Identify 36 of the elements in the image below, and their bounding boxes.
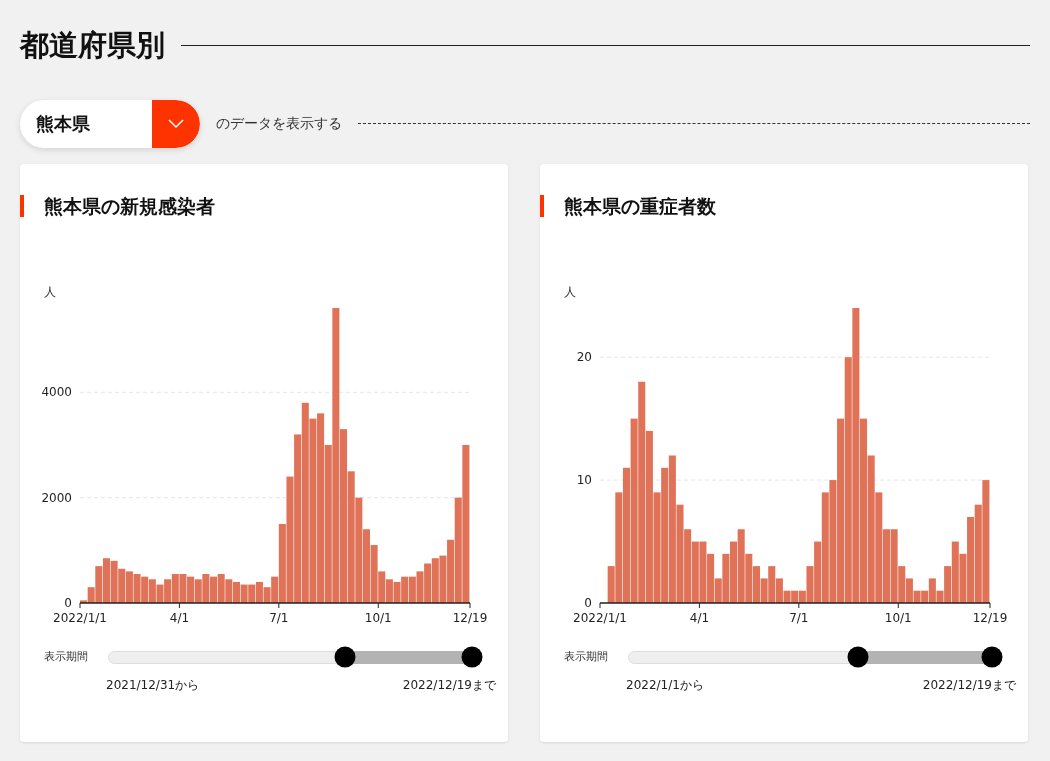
y-tick-label: 20 bbox=[576, 350, 592, 365]
range-end-date: 2022/12/19まで bbox=[402, 677, 496, 694]
y-tick-label: 4000 bbox=[41, 385, 72, 400]
range-slider[interactable] bbox=[628, 646, 1004, 668]
y-tick-label: 10 bbox=[576, 473, 592, 488]
x-tick-label: 2022/1/1 bbox=[53, 611, 107, 625]
y-tick-label: 0 bbox=[64, 596, 72, 610]
x-tick-label: 2022/1/1 bbox=[573, 611, 627, 625]
selector-caption: のデータを表示する bbox=[216, 114, 342, 133]
slider-label: 表示期間 bbox=[564, 648, 609, 665]
range-start-handle[interactable] bbox=[847, 646, 869, 668]
x-tick-label: 10/1 bbox=[364, 611, 392, 625]
range-end-handle[interactable] bbox=[981, 646, 1003, 668]
x-tick-label: 12/19 bbox=[972, 611, 1008, 625]
section-title: 都道府県別 bbox=[20, 27, 165, 64]
x-tick-label: 4/1 bbox=[689, 611, 710, 625]
range-start-handle[interactable] bbox=[334, 646, 356, 668]
chevron-down-icon bbox=[152, 99, 200, 148]
y-axis-unit: 人 bbox=[44, 285, 56, 299]
range-end-handle[interactable] bbox=[461, 646, 483, 668]
y-axis-unit: 人 bbox=[564, 285, 576, 299]
card-title: 熊本県の新規感染者 bbox=[44, 193, 215, 219]
x-tick-label: 10/1 bbox=[884, 611, 912, 625]
range-end-date: 2022/12/19まで bbox=[922, 677, 1016, 694]
x-tick-label: 4/1 bbox=[169, 611, 190, 625]
y-tick-label: 0 bbox=[584, 596, 592, 610]
range-start-date: 2022/1/1から bbox=[626, 677, 704, 694]
prefecture-select[interactable]: 熊本県 bbox=[20, 99, 200, 148]
range-slider[interactable] bbox=[108, 646, 484, 668]
x-tick-label: 7/1 bbox=[269, 611, 289, 625]
slider-label: 表示期間 bbox=[44, 648, 89, 665]
card-title: 熊本県の重症者数 bbox=[564, 193, 716, 219]
x-tick-label: 12/19 bbox=[452, 611, 488, 625]
range-start-date: 2021/12/31から bbox=[106, 677, 200, 694]
x-tick-label: 7/1 bbox=[789, 611, 809, 625]
y-tick-label: 2000 bbox=[41, 490, 72, 505]
